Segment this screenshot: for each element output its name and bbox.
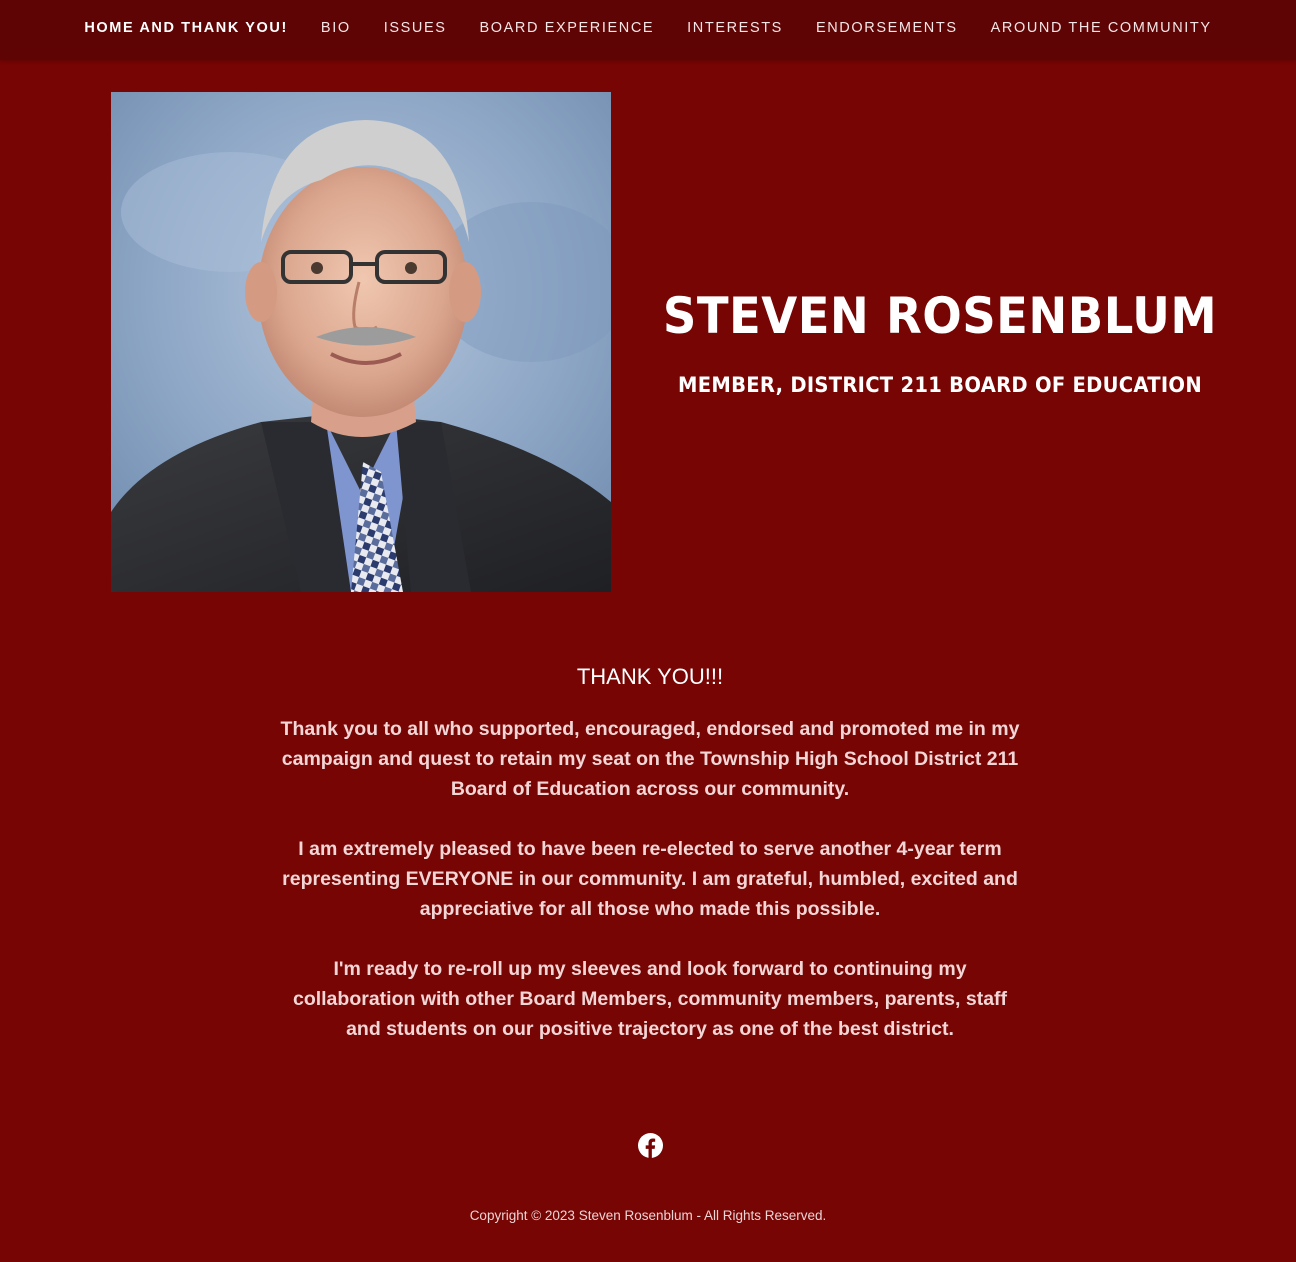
facebook-icon[interactable]	[638, 1133, 663, 1158]
nav-item-issues[interactable]: ISSUES	[384, 20, 447, 36]
nav-item-interests[interactable]: INTERESTS	[687, 20, 783, 36]
copyright-text: Copyright © 2023 Steven Rosenblum - All …	[469, 1208, 827, 1223]
candidate-title: MEMBER, DISTRICT 211 BOARD OF EDUCATION	[678, 373, 1202, 397]
nav-list: HOME AND THANK YOU! BIO ISSUES BOARD EXP…	[84, 20, 1211, 36]
candidate-name: STEVEN ROSENBLUM	[662, 287, 1218, 345]
paragraph: Thank you to all who supported, encourag…	[280, 718, 1020, 800]
thank-you-section: THANK YOU!!! Thank you to all who suppor…	[280, 660, 1020, 1074]
nav-item-bio[interactable]: BIO	[321, 20, 351, 36]
nav-item-home[interactable]: HOME AND THANK YOU!	[84, 20, 288, 36]
portrait-photo	[111, 92, 611, 592]
nav-item-around-the-community[interactable]: AROUND THE COMMUNITY	[991, 20, 1212, 36]
section-heading: THANK YOU!!!	[576, 664, 724, 689]
paragraph: I am extremely pleased to have been re-e…	[282, 838, 1018, 920]
top-navigation: HOME AND THANK YOU! BIO ISSUES BOARD EXP…	[0, 0, 1296, 60]
paragraph: I'm ready to re-roll up my sleeves and l…	[292, 958, 1008, 1040]
nav-item-board-experience[interactable]: BOARD EXPERIENCE	[480, 20, 655, 36]
nav-item-endorsements[interactable]: ENDORSEMENTS	[816, 20, 958, 36]
